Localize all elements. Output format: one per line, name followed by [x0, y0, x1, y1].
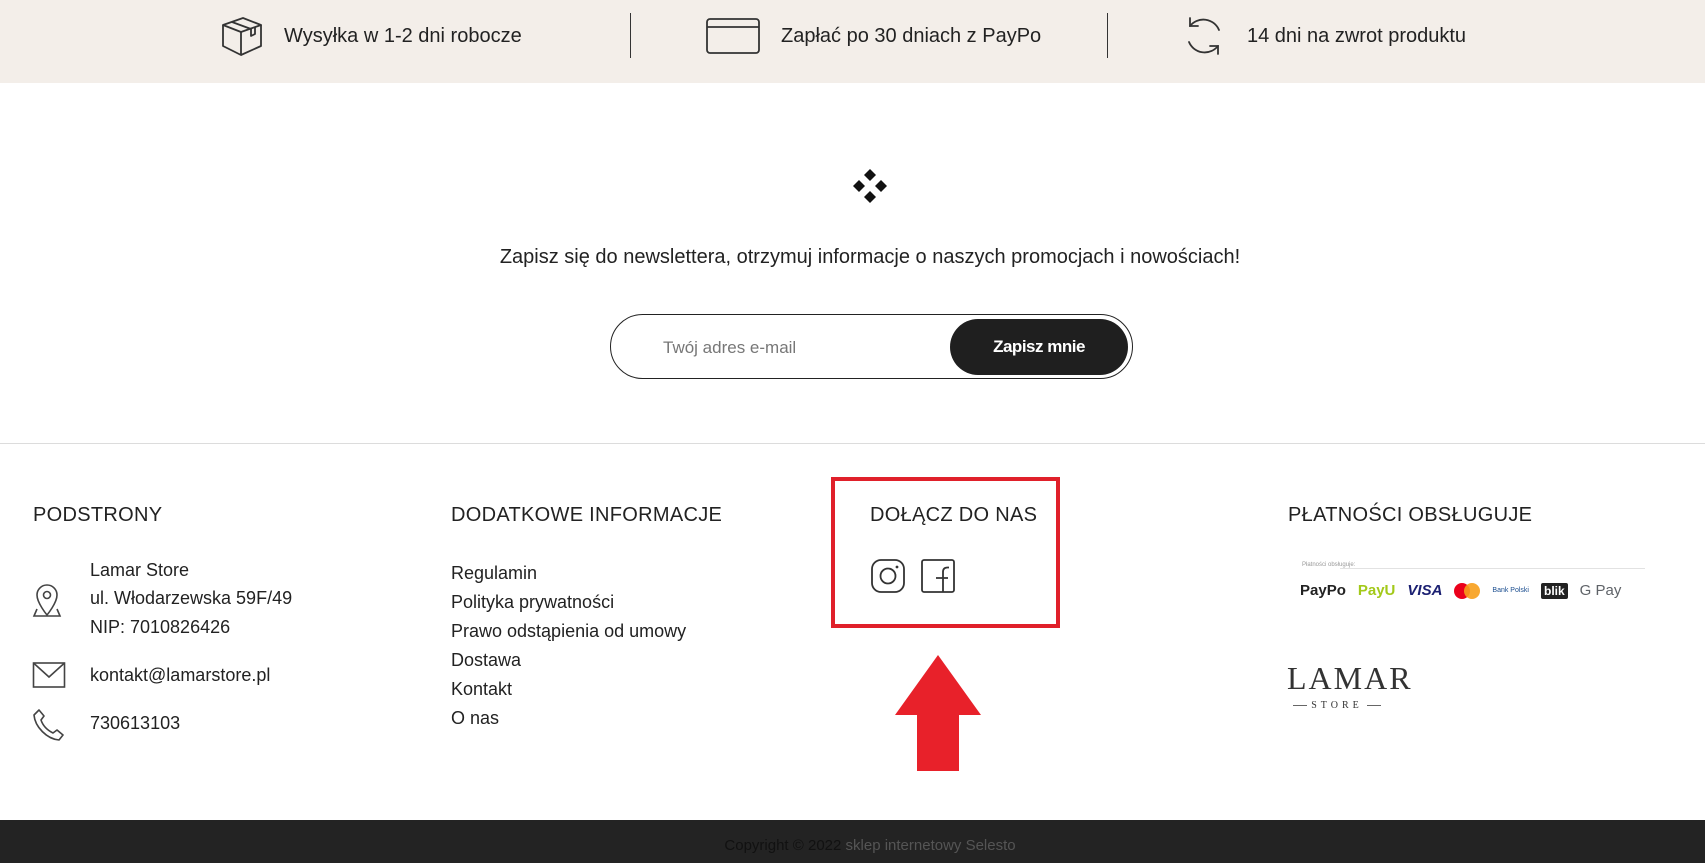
info-paypo: Zapłać po 30 dniach z PayPo	[705, 0, 1041, 72]
info-shipping: Wysyłka w 1-2 dni robocze	[218, 0, 522, 72]
info-bar: Wysyłka w 1-2 dni robocze Zapłać po 30 d…	[0, 0, 1705, 83]
copyright: Copyright © 2022 sklep internetowy Seles…	[0, 837, 1705, 854]
paypo-logo: PayPo	[1300, 582, 1346, 599]
company-name: Lamar Store	[90, 560, 190, 580]
social-highlight-box	[831, 477, 1060, 628]
red-arrow-annotation	[893, 653, 983, 773]
subscribe-button[interactable]: Zapisz mnie	[950, 319, 1128, 375]
link-about[interactable]: O nas	[451, 704, 686, 733]
contact-phone-link[interactable]: 730613103	[90, 713, 180, 734]
info-paypo-text: Zapłać po 30 dniach z PayPo	[781, 24, 1042, 47]
diamonds-icon	[852, 168, 888, 204]
lamar-logo-main: LAMAR	[1287, 660, 1413, 696]
refresh-icon	[1181, 13, 1227, 59]
gpay-logo: G Pay	[1579, 582, 1622, 599]
company-nip: NIP: 7010826426	[90, 617, 231, 637]
phone-icon	[32, 708, 64, 747]
info-divider	[630, 13, 631, 58]
additional-info-title: DODATKOWE INFORMACJE	[451, 504, 723, 526]
payu-logo: PayU	[1357, 582, 1396, 599]
copyright-text: Copyright © 2022	[724, 837, 842, 854]
link-privacy-policy[interactable]: Polityka prywatności	[451, 588, 686, 617]
card-icon	[705, 15, 761, 57]
facebook-icon[interactable]	[919, 557, 957, 595]
mail-icon	[32, 661, 66, 694]
link-regulamin[interactable]: Regulamin	[451, 559, 686, 588]
link-delivery[interactable]: Dostawa	[451, 646, 686, 675]
subpages-title: PODSTRONY	[33, 504, 163, 526]
info-links: Regulamin Polityka prywatności Prawo ods…	[451, 559, 686, 733]
company-address: ul. Włodarzewska 59F/49	[90, 588, 293, 608]
visa-logo: VISA	[1407, 582, 1443, 599]
divider	[0, 443, 1705, 444]
lamar-store-logo: LAMAR STORE	[1287, 660, 1413, 711]
info-shipping-text: Wysyłka w 1-2 dni robocze	[284, 24, 522, 47]
payment-methods-strip: Płatności obsługuje: PayPo PayU VISA Ban…	[1300, 562, 1646, 612]
link-contact[interactable]: Kontakt	[451, 675, 686, 704]
location-pin-icon	[32, 582, 62, 623]
mastercard-logo	[1454, 582, 1481, 599]
link-withdrawal[interactable]: Prawo odstąpienia od umowy	[451, 617, 686, 646]
newsletter-form: Zapisz mnie	[610, 314, 1133, 379]
payments-title: PŁATNOŚCI OBSŁUGUJE	[1288, 504, 1533, 526]
lamar-logo-sub: STORE	[1311, 700, 1363, 711]
selesto-link[interactable]: sklep internetowy Selesto	[846, 837, 1016, 854]
contact-email-link[interactable]: kontakt@lamarstore.pl	[90, 665, 270, 686]
email-input[interactable]	[661, 329, 965, 367]
info-returns: 14 dni na zwrot produktu	[1181, 0, 1466, 72]
info-returns-text: 14 dni na zwrot produktu	[1247, 24, 1467, 47]
join-us-title: DOŁĄCZ DO NAS	[870, 504, 1038, 526]
blik-logo: blik	[1540, 582, 1568, 599]
newsletter-text: Zapisz się do newslettera, otrzymuj info…	[499, 246, 1241, 268]
pko-logo: Bank Polski	[1492, 587, 1529, 594]
payments-caption-line	[1340, 568, 1645, 569]
info-divider	[1107, 13, 1108, 58]
box-icon	[218, 13, 264, 59]
instagram-icon[interactable]	[869, 557, 907, 595]
